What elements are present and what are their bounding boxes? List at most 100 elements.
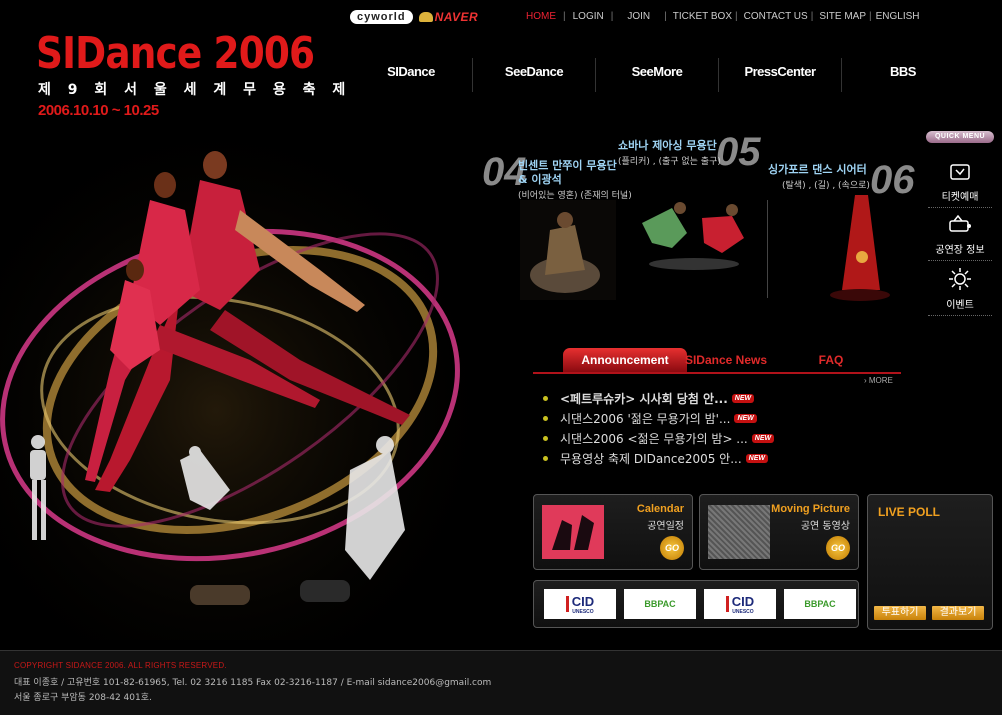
list-item[interactable]: 시댄스2006 <젊은 무용가의 밤> ... NEW: [543, 428, 863, 448]
cid-sub-label: UNESCO: [572, 608, 594, 615]
news-title: <페트루슈카> 시사회 당첨 안...: [560, 391, 728, 406]
tab-announcement[interactable]: Announcement: [563, 348, 687, 372]
moving-picture-title: Moving Picture: [771, 503, 850, 515]
more-link[interactable]: › MORE: [864, 376, 893, 385]
cid-unesco-logo[interactable]: CID UNESCO: [704, 589, 776, 619]
bullet-icon: [543, 455, 548, 461]
nav-sidance[interactable]: SIDance: [350, 58, 473, 92]
cid-bar-icon: [565, 596, 569, 612]
tab-faq[interactable]: FAQ: [811, 348, 851, 372]
vote-button[interactable]: 투표하기: [874, 606, 926, 620]
ticket-icon: [928, 162, 992, 185]
video-thumbnail: [708, 505, 770, 559]
live-poll-title: LIVE POLL: [878, 505, 941, 519]
program-divider: [767, 200, 768, 298]
quick-venue-label: 공연장 정보: [935, 245, 985, 256]
sun-icon: [928, 268, 992, 293]
main-nav: SIDance SeeDance SeeMore PressCenter BBS: [350, 58, 964, 92]
util-join-link[interactable]: JOIN: [613, 11, 664, 22]
program-06-image[interactable]: [820, 195, 900, 309]
util-ticketbox-link[interactable]: TICKET BOX: [667, 11, 735, 22]
news-list: <페트루슈카> 시사회 당첨 안... NEW 시댄스2006 '젊은 무용가의…: [543, 388, 863, 468]
quick-ticket[interactable]: 티켓예매: [928, 162, 992, 208]
bbpac-logo[interactable]: BBPAC: [784, 589, 856, 619]
program-05-title-line1: 쇼바나 제아싱 무용단: [618, 139, 717, 152]
naver-label: NAVER: [434, 10, 479, 24]
nav-seedance[interactable]: SeeDance: [473, 58, 596, 92]
calendar-go-button[interactable]: GO: [660, 536, 684, 560]
partner-links: cyworld NAVER: [350, 7, 478, 27]
cid-label: CID: [731, 593, 755, 609]
news-title: 시댄스2006 '젊은 무용가의 밤'...: [560, 411, 731, 426]
utility-nav: HOME | LOGIN | JOIN | TICKET BOX | CONTACT U…: [519, 11, 923, 22]
program-06-title[interactable]: 싱가포르 댄스 시어터: [768, 163, 867, 177]
new-badge: NEW: [734, 413, 757, 423]
logo-subtitle: 제 9 회 서 울 세 계 무 용 축 제: [38, 82, 352, 98]
calendar-thumbnail: [542, 505, 604, 559]
sponsors-panel: CID UNESCO BBPAC CID UNESCO BBPAC: [533, 580, 859, 628]
util-login-link[interactable]: LOGIN: [566, 11, 611, 22]
tab-sidance-news[interactable]: SIDance News: [681, 348, 771, 372]
cid-label: CID: [571, 593, 595, 609]
festival-dates: 2006.10.10 ~ 10.25: [38, 102, 159, 119]
bbpac-logo[interactable]: BBPAC: [624, 589, 696, 619]
bullet-icon: [543, 435, 548, 441]
news-tabs: Announcement SIDance News FAQ: [533, 346, 901, 374]
util-sitemap-link[interactable]: SITE MAP: [813, 11, 869, 22]
util-contact-link[interactable]: CONTACT US: [738, 11, 811, 22]
quick-event[interactable]: 이벤트: [928, 268, 992, 316]
util-english-link[interactable]: ENGLISH: [872, 11, 923, 22]
bullet-icon: [543, 415, 548, 421]
program-05-title[interactable]: 쇼바나 제아싱 무용단: [618, 139, 717, 153]
quick-venue[interactable]: 공연장 정보: [928, 214, 992, 261]
program-06-subtitle: (탈색) , (길) , (속으로): [782, 181, 870, 191]
cid-label-wrap: CID UNESCO: [732, 594, 754, 615]
calendar-panel[interactable]: Calendar 공연일정 GO: [533, 494, 693, 570]
nav-presscenter[interactable]: PressCenter: [719, 58, 842, 92]
cid-bar-icon: [725, 596, 729, 612]
quick-ticket-label: 티켓예매: [941, 192, 979, 203]
new-badge: NEW: [731, 393, 755, 403]
moving-picture-subtitle: 공연 동영상: [800, 521, 850, 532]
news-title: 무용영상 축제 DIDance2005 안...: [560, 451, 742, 466]
program-06-title-line1: 싱가포르 댄스 시어터: [768, 163, 867, 176]
program-05-image[interactable]: [632, 188, 754, 277]
naver-logo-icon: [418, 12, 433, 22]
news-title: 시댄스2006 <젊은 무용가의 밤> ...: [560, 431, 748, 446]
cid-sub-label: UNESCO: [732, 608, 754, 615]
hero-dancers-image: [0, 130, 480, 640]
list-item[interactable]: <페트루슈카> 시사회 당첨 안... NEW: [543, 388, 863, 408]
quick-menu-label: QUICK MENU: [926, 131, 994, 143]
program-04-title-line1: 빈센트 만쭈이 무용단: [518, 159, 617, 172]
footer-address: 서울 종로구 부암동 208-42 401호.: [14, 693, 152, 703]
program-04-image[interactable]: [520, 200, 616, 304]
results-button[interactable]: 결과보기: [932, 606, 984, 620]
footer-info: 대표 이종호 / 고유번호 101-82-61965, Tel. 02 3216…: [14, 678, 492, 688]
cid-unesco-logo[interactable]: CID UNESCO: [544, 589, 616, 619]
util-home-link[interactable]: HOME: [519, 11, 563, 22]
calendar-title: Calendar: [636, 503, 684, 515]
naver-link[interactable]: NAVER: [418, 10, 479, 24]
venue-icon: [928, 214, 992, 238]
site-logo[interactable]: SIDance 2006: [36, 28, 315, 79]
bullet-icon: [543, 395, 548, 401]
quick-event-label: 이벤트: [946, 300, 974, 311]
program-04-title[interactable]: 빈센트 만쭈이 무용단 & 이광석: [518, 159, 617, 187]
calendar-subtitle: 공연일정: [647, 521, 684, 532]
new-badge: NEW: [751, 433, 775, 443]
nav-bbs[interactable]: BBS: [842, 58, 964, 92]
list-item[interactable]: 시댄스2006 '젊은 무용가의 밤'... NEW: [543, 408, 863, 428]
program-05-subtitle: (플리커) , (출구 없는 출구): [618, 157, 721, 167]
program-05-number: 05: [716, 130, 761, 174]
cid-label-wrap: CID UNESCO: [572, 594, 594, 615]
moving-picture-go-button[interactable]: GO: [826, 536, 850, 560]
list-item[interactable]: 무용영상 축제 DIDance2005 안... NEW: [543, 448, 863, 468]
copyright: COPYRIGHT SIDANCE 2006. ALL RIGHTS RESER…: [14, 661, 227, 670]
nav-seemore[interactable]: SeeMore: [596, 58, 719, 92]
more-label: MORE: [868, 376, 893, 385]
new-badge: NEW: [745, 453, 769, 463]
moving-picture-panel[interactable]: Moving Picture 공연 동영상 GO: [699, 494, 859, 570]
cyworld-link[interactable]: cyworld: [350, 10, 413, 24]
program-04-title-line2: & 이광석: [518, 173, 562, 186]
live-poll-panel: LIVE POLL 투표하기 결과보기: [867, 494, 993, 630]
